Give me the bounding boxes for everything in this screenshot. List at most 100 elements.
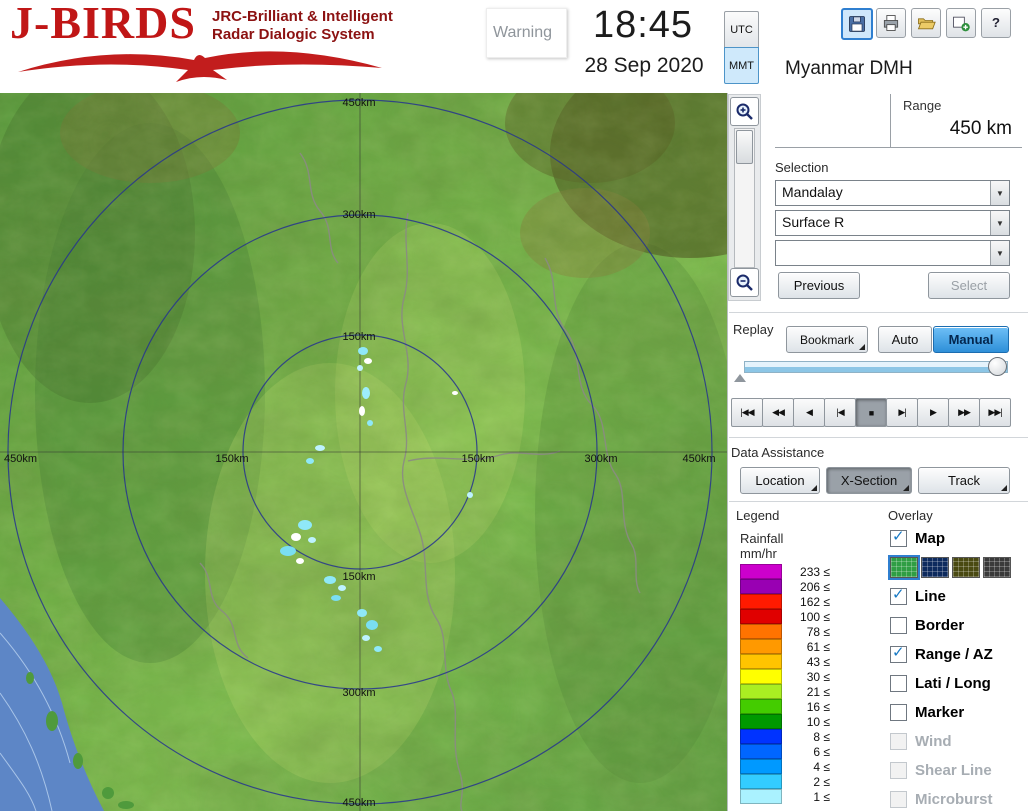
distance-label: 450km [4, 453, 37, 465]
magnifier-plus-icon [736, 103, 753, 120]
distance-label: 450km [342, 797, 375, 809]
overlay-row-microburst: Microburst [890, 789, 1030, 809]
checkbox-wind [890, 732, 907, 750]
help-button[interactable]: ? [981, 8, 1011, 38]
overlay-row-wind: Wind [890, 731, 1030, 751]
previous-button[interactable]: Previous [778, 272, 860, 299]
logo-tagline-1: JRC-Brilliant & Intelligent [212, 8, 393, 25]
legend-value: 61 ≤ [806, 639, 830, 654]
legend-value: 16 ≤ [806, 699, 830, 714]
legend-value: 100 ≤ [800, 609, 830, 624]
product-dropdown-value: Surface R [782, 214, 845, 230]
legend-row: 233 ≤ [740, 564, 840, 579]
transport-button-4[interactable]: ■ [855, 398, 887, 427]
legend-row: 78 ≤ [740, 624, 840, 639]
radar-map[interactable]: 450km 300km 150km 150km 300km 450km 450km 150km… [0, 93, 727, 811]
open-file-button[interactable] [911, 8, 941, 38]
map-color-swatch-0[interactable] [888, 555, 920, 580]
checkbox-lati-long[interactable] [890, 674, 907, 692]
chevron-down-icon[interactable]: ▼ [990, 181, 1009, 205]
map-color-swatch-1[interactable] [921, 557, 949, 578]
overlay-row-range-az: ✓ Range / AZ [890, 644, 1030, 664]
legend-color-swatch [740, 729, 782, 744]
x-section-button[interactable]: X-Section [826, 467, 912, 494]
transport-button-5[interactable]: ▶| [886, 398, 918, 427]
checkbox-line[interactable]: ✓ [890, 587, 907, 605]
replay-slider-thumb[interactable] [988, 357, 1007, 376]
transport-button-8[interactable]: ▶▶| [979, 398, 1011, 427]
floppy-disk-icon [849, 16, 865, 32]
manual-button[interactable]: Manual [933, 326, 1009, 353]
legend-row: 30 ≤ [740, 669, 840, 684]
transport-button-2[interactable]: ◀ [793, 398, 825, 427]
location-button[interactable]: Location [740, 467, 820, 494]
overlay-row-border: Border [890, 615, 1030, 635]
product-dropdown[interactable]: Surface R ▼ [775, 210, 1010, 236]
legend-row: 162 ≤ [740, 594, 840, 609]
checkbox-marker[interactable] [890, 703, 907, 721]
transport-button-7[interactable]: ▶▶ [948, 398, 980, 427]
utc-button[interactable]: UTC [724, 11, 759, 48]
legend-value: 6 ≤ [813, 744, 830, 759]
overlay-row-lati-long: Lati / Long [890, 673, 1030, 693]
option-dropdown[interactable]: ▼ [775, 240, 1010, 266]
chevron-down-icon[interactable]: ▼ [990, 211, 1009, 235]
legend-color-swatch [740, 639, 782, 654]
zoom-in-button[interactable] [730, 97, 759, 126]
legend-title: Legend [736, 508, 780, 523]
legend-color-swatch [740, 564, 782, 579]
save-button[interactable] [841, 8, 873, 40]
legend-color-swatch [740, 699, 782, 714]
export-image-button[interactable] [946, 8, 976, 38]
overlay-title: Overlay [888, 508, 933, 523]
distance-label: 450km [682, 453, 715, 465]
range-divider [890, 94, 891, 147]
station-name: Myanmar DMH [785, 58, 913, 79]
legend-value: 10 ≤ [806, 714, 830, 729]
transport-button-3[interactable]: |◀ [824, 398, 856, 427]
legend-row: 4 ≤ [740, 759, 840, 774]
open-folder-icon [917, 18, 936, 30]
legend-value: 4 ≤ [813, 759, 830, 774]
map-color-swatch-3[interactable] [983, 557, 1011, 578]
site-dropdown[interactable]: Mandalay ▼ [775, 180, 1010, 206]
transport-button-1[interactable]: ◀◀ [762, 398, 794, 427]
checkbox-map[interactable]: ✓ [890, 529, 907, 547]
checkbox-range-az[interactable]: ✓ [890, 645, 907, 663]
legend-row: 10 ≤ [740, 714, 840, 729]
question-mark-icon: ? [992, 15, 1000, 30]
checkbox-border[interactable] [890, 616, 907, 634]
legend-row: 206 ≤ [740, 579, 840, 594]
separator [729, 437, 1028, 438]
zoom-out-button[interactable] [730, 268, 759, 297]
add-image-icon [953, 16, 970, 32]
legend-value: 162 ≤ [800, 594, 830, 609]
legend-value: 78 ≤ [806, 624, 830, 639]
warning-label: Warning [493, 24, 552, 41]
select-button[interactable]: Select [928, 272, 1010, 299]
legend-color-swatch [740, 684, 782, 699]
overlay-row-map: ✓ Map [890, 528, 1030, 548]
app-logo-title: J-BIRDS [10, 0, 196, 48]
map-color-swatch-2[interactable] [952, 557, 980, 578]
auto-button[interactable]: Auto [878, 326, 932, 353]
zoom-slider-thumb[interactable] [736, 130, 753, 164]
replay-slider-track[interactable] [744, 361, 1008, 373]
distance-label: 150km [461, 453, 494, 465]
legend-row: 2 ≤ [740, 774, 840, 789]
legend-row: 8 ≤ [740, 729, 840, 744]
data-assistance-label: Data Assistance [731, 445, 825, 460]
track-button[interactable]: Track [918, 467, 1010, 494]
transport-button-6[interactable]: ▶ [917, 398, 949, 427]
mmt-button[interactable]: MMT [724, 47, 759, 84]
print-button[interactable] [876, 8, 906, 38]
separator [729, 501, 1028, 502]
transport-button-0[interactable]: |◀◀ [731, 398, 763, 427]
legend-value: 30 ≤ [806, 669, 830, 684]
bookmark-button[interactable]: Bookmark [786, 326, 868, 353]
legend-color-swatch [740, 594, 782, 609]
selection-label: Selection [775, 160, 829, 175]
replay-start-marker [734, 374, 746, 382]
overlay-label-border: Border [915, 616, 965, 634]
chevron-down-icon[interactable]: ▼ [990, 241, 1009, 265]
